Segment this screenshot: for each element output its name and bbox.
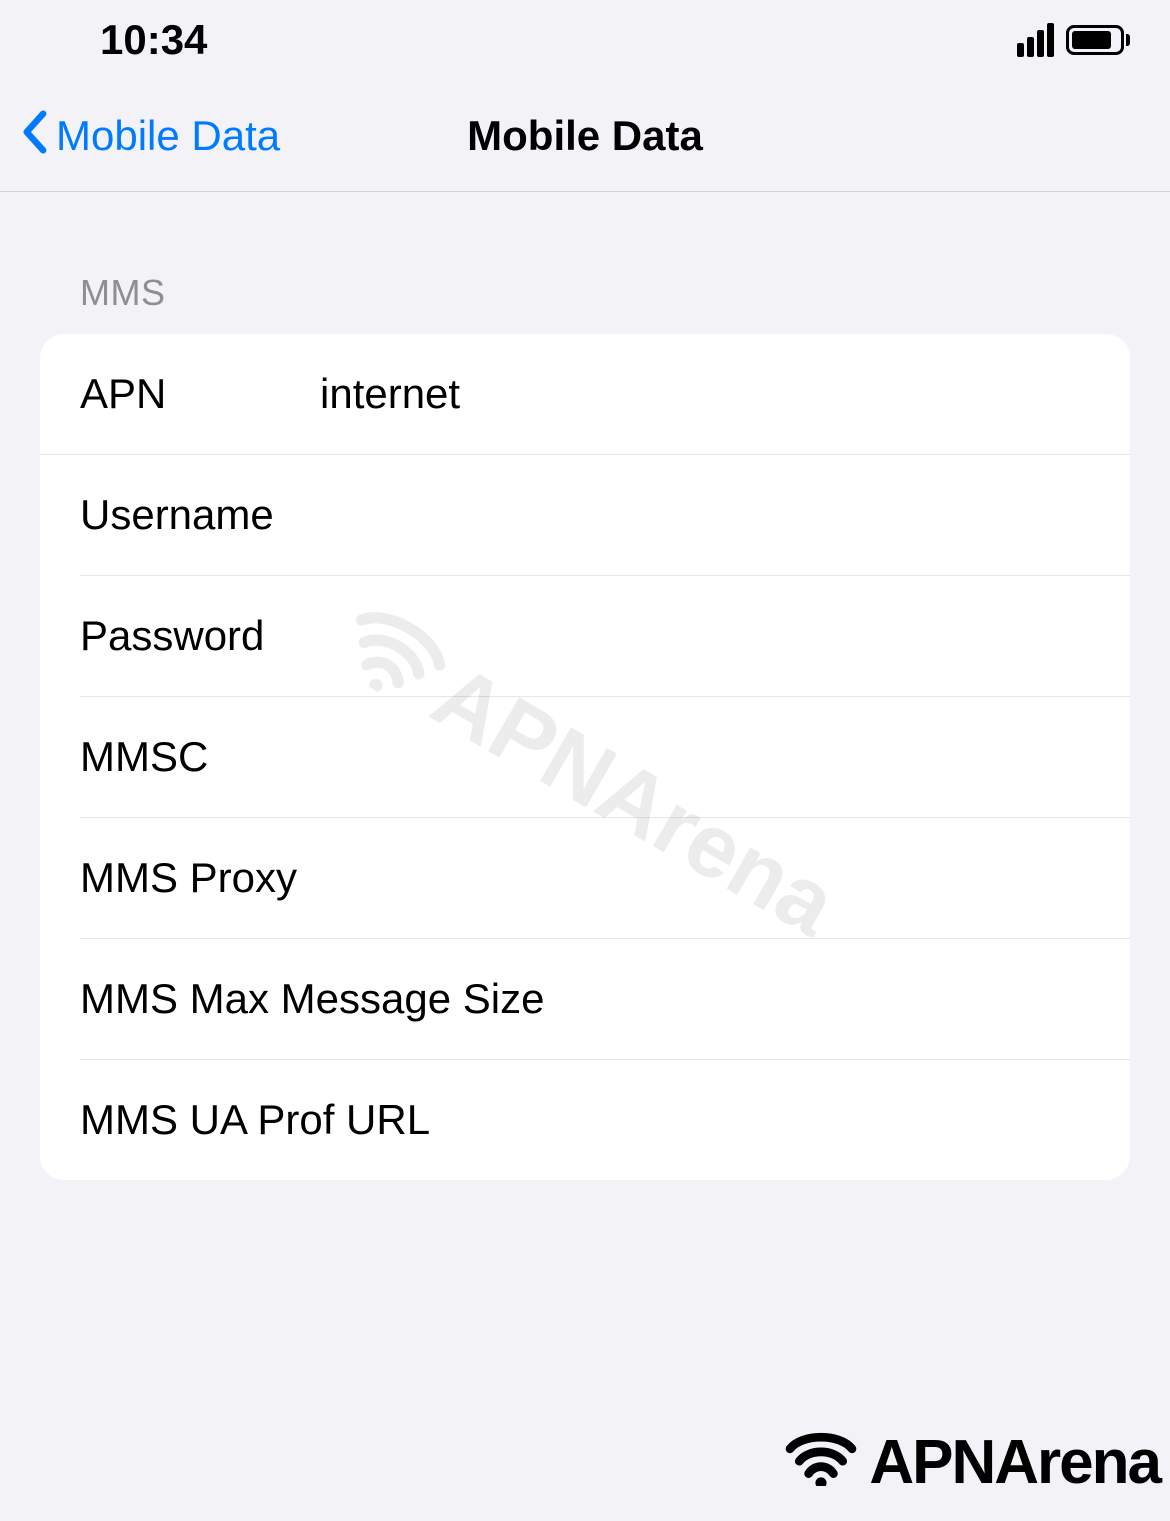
settings-row-mmsc[interactable]: MMSC <box>80 697 1130 818</box>
settings-row-mms-ua-prof[interactable]: MMS UA Prof URL <box>80 1060 1130 1180</box>
status-time: 10:34 <box>100 16 207 64</box>
status-bar: 10:34 <box>0 0 1170 80</box>
password-input[interactable] <box>320 612 1130 660</box>
content-area: MMS APN Username Password MMSC MMS Proxy… <box>0 192 1170 1180</box>
page-title: Mobile Data <box>467 112 703 160</box>
settings-row-mms-max-size[interactable]: MMS Max Message Size <box>80 939 1130 1060</box>
row-label: MMS UA Prof URL <box>80 1096 430 1144</box>
chevron-left-icon <box>20 110 48 162</box>
navigation-bar: Mobile Data Mobile Data <box>0 80 1170 192</box>
apn-input[interactable] <box>320 370 1090 418</box>
username-input[interactable] <box>320 491 1130 539</box>
mms-max-size-input[interactable] <box>544 975 1130 1023</box>
back-label: Mobile Data <box>56 112 280 160</box>
watermark-text: APNArena <box>869 1427 1160 1498</box>
row-label: APN <box>80 370 320 418</box>
wifi-icon <box>781 1424 861 1501</box>
status-indicators <box>1017 23 1130 57</box>
row-label: Username <box>80 491 320 539</box>
back-button[interactable]: Mobile Data <box>20 110 280 162</box>
settings-row-mms-proxy[interactable]: MMS Proxy <box>80 818 1130 939</box>
row-label: Password <box>80 612 320 660</box>
cellular-signal-icon <box>1017 23 1054 57</box>
settings-row-password[interactable]: Password <box>80 576 1130 697</box>
mms-proxy-input[interactable] <box>320 854 1130 902</box>
watermark-bottom: APNArena <box>781 1424 1160 1501</box>
settings-row-apn[interactable]: APN <box>40 334 1130 455</box>
mms-ua-prof-input[interactable] <box>430 1096 1130 1144</box>
settings-group-mms: APN Username Password MMSC MMS Proxy MMS… <box>40 334 1130 1180</box>
battery-icon <box>1066 25 1130 55</box>
section-header-mms: MMS <box>40 192 1130 334</box>
row-label: MMSC <box>80 733 320 781</box>
mmsc-input[interactable] <box>320 733 1130 781</box>
settings-row-username[interactable]: Username <box>80 455 1130 576</box>
row-label: MMS Max Message Size <box>80 975 544 1023</box>
row-label: MMS Proxy <box>80 854 320 902</box>
